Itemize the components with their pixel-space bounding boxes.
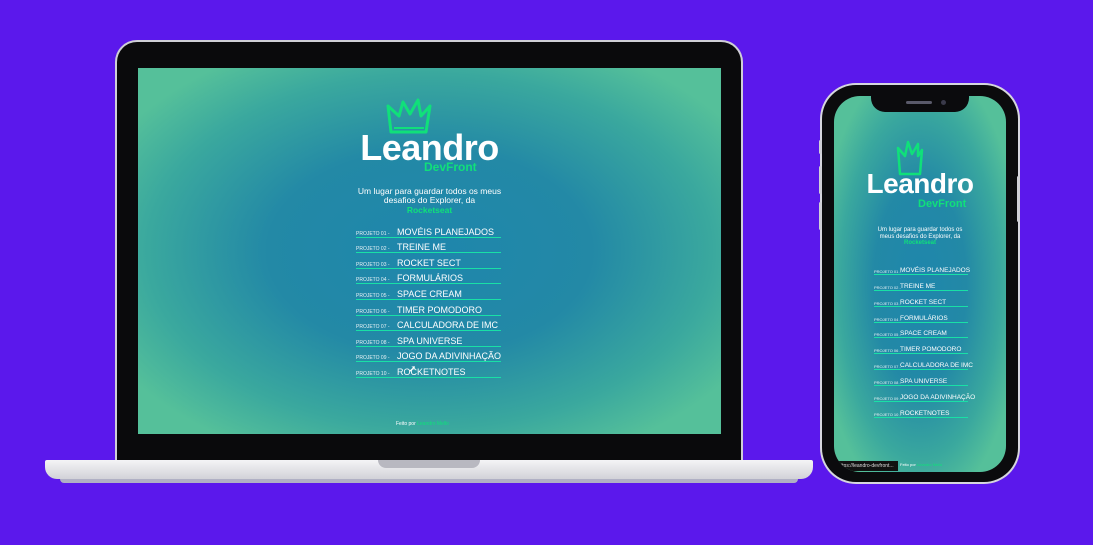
project-list: PROJETO 01 - MOVÉIS PLANEJADOS PROJETO 02…	[356, 222, 501, 378]
project-link[interactable]: CALCULADORA DE IMC	[397, 320, 498, 330]
project-link[interactable]: SPA UNIVERSE	[397, 336, 462, 346]
brand-subtitle: DevFront	[918, 198, 967, 210]
tagline-highlight: Rocketseat	[903, 240, 936, 247]
project-item[interactable]: PROJETO 09 - JOGO DA ADIVINHAÇÃO	[874, 386, 975, 403]
project-item[interactable]: PROJETO 01 - MOVÉIS PLANEJADOS	[356, 222, 501, 238]
project-number: PROJETO 10 -	[356, 370, 390, 377]
phone-screen: Leandro DevFront Um lugar para guardar t…	[834, 96, 1006, 472]
phone-side-button	[819, 140, 822, 154]
portfolio-page-mobile: Leandro DevFront Um lugar para guardar t…	[834, 96, 1006, 472]
phone-side-button	[819, 202, 822, 230]
project-number: PROJETO 07 -	[356, 324, 390, 331]
project-list: PROJETO 01 - MOVÉIS PLANEJADOS PROJETO 02…	[874, 259, 975, 418]
project-link[interactable]: ROCKET SECT	[397, 258, 461, 268]
project-number: PROJETO 05 -	[356, 292, 390, 299]
project-number: PROJETO 09 -	[874, 396, 901, 402]
project-item[interactable]: PROJETO 04 - FORMULÁRIOS	[356, 269, 501, 285]
project-link[interactable]: TIMER POMODORO	[900, 346, 961, 353]
project-number: PROJETO 03 -	[356, 261, 390, 268]
project-link[interactable]: FORMULÁRIOS	[397, 273, 463, 283]
project-link[interactable]: SPA UNIVERSE	[900, 378, 947, 385]
project-link[interactable]: CALCULADORA DE IMC	[900, 362, 973, 369]
tagline-highlight: Rocketseat	[406, 204, 453, 215]
project-link[interactable]: TIMER POMODORO	[397, 305, 482, 315]
tagline-text: Um lugar para guardar todos os meus desa…	[877, 227, 963, 240]
project-number: PROJETO 09 -	[356, 355, 390, 362]
project-link[interactable]: MOVÉIS PLANEJADOS	[397, 227, 494, 237]
tagline: Um lugar para guardar todos os meus desa…	[354, 186, 505, 215]
project-item[interactable]: PROJETO 04 - FORMULÁRIOS	[874, 307, 968, 323]
brand-title: Leandro	[866, 168, 974, 199]
tagline: Um lugar para guardar todos os meus desa…	[870, 227, 970, 247]
project-item[interactable]: PROJETO 05 - SPACE CREAM	[356, 284, 501, 300]
brand-subtitle: DevFront	[424, 160, 477, 174]
footer-author-link[interactable]: Leandro Mello	[917, 462, 942, 467]
project-item[interactable]: PROJETO 03 - ROCKET SECT	[356, 253, 501, 269]
phone-side-button	[819, 166, 822, 194]
project-item[interactable]: PROJETO 10 - ROCKETNOTES	[356, 362, 501, 378]
project-item[interactable]: PROJETO 06 - TIMER POMODORO	[874, 338, 968, 355]
project-link[interactable]: ROCKETNOTES	[900, 410, 949, 417]
project-item[interactable]: PROJETO 06 - TIMER POMODORO	[356, 300, 501, 316]
project-number: PROJETO 05 -	[874, 332, 901, 338]
phone-notch	[871, 96, 969, 112]
project-link[interactable]: JOGO DA ADIVINHAÇÃO	[397, 351, 501, 361]
project-item[interactable]: PROJETO 02 - TREINE ME	[356, 238, 501, 254]
footer: Feito por Leandro Mello	[396, 421, 449, 427]
footer-prefix: Feito por	[900, 462, 916, 467]
project-item[interactable]: PROJETO 09 - JOGO DA ADIVINHAÇÃO	[356, 347, 501, 363]
project-item[interactable]: PROJETO 07 - CALCULADORA DE IMC	[356, 316, 501, 332]
project-number: PROJETO 01 -	[874, 268, 901, 274]
laptop-screen: Leandro DevFront Um lugar para guardar t…	[138, 68, 721, 434]
footer-author-link[interactable]: Leandro Mello	[417, 421, 449, 427]
project-number: PROJETO 01 -	[356, 230, 390, 237]
link-url-tooltip: https://leandro-devfront...	[834, 461, 898, 471]
project-link[interactable]: SPACE CREAM	[900, 330, 947, 337]
project-number: PROJETO 07 -	[874, 364, 901, 370]
project-number: PROJETO 04 -	[356, 277, 390, 284]
laptop-trackpad-notch	[378, 460, 480, 468]
project-item[interactable]: PROJETO 08 - SPA UNIVERSE	[874, 370, 968, 387]
mouse-pointer-icon: ➚	[408, 364, 417, 375]
project-number: PROJETO 06 -	[356, 308, 390, 315]
project-item[interactable]: PROJETO 03 - ROCKET SECT	[874, 291, 968, 307]
project-link[interactable]: TREINE ME	[900, 283, 935, 290]
tagline-text: Um lugar para guardar todos os meus desa…	[357, 186, 502, 206]
project-link[interactable]: TREINE ME	[397, 242, 446, 252]
project-link[interactable]: ROCKET SECT	[900, 299, 946, 306]
project-item[interactable]: PROJETO 08 - SPA UNIVERSE	[356, 331, 501, 347]
footer-prefix: Feito por	[396, 421, 416, 427]
project-link[interactable]: MOVÉIS PLANEJADOS	[900, 267, 970, 274]
footer: Feito por Leandro Mello	[900, 462, 942, 467]
project-number: PROJETO 02 -	[874, 284, 901, 290]
project-item[interactable]: PROJETO 07 - CALCULADORA DE IMC	[874, 354, 973, 371]
project-item[interactable]: PROJETO 05 - SPACE CREAM	[874, 323, 968, 339]
project-number: PROJETO 02 -	[356, 246, 390, 253]
phone-speaker	[906, 101, 932, 104]
project-item[interactable]: PROJETO 01 - MOVÉIS PLANEJADOS	[874, 259, 970, 275]
project-item[interactable]: PROJETO 02 - TREINE ME	[874, 275, 968, 291]
project-link[interactable]: JOGO DA ADIVINHAÇÃO	[900, 394, 975, 401]
project-number: PROJETO 10 -	[874, 411, 901, 417]
phone-camera	[941, 100, 946, 105]
project-number: PROJETO 06 -	[874, 348, 901, 354]
portfolio-page: Leandro DevFront Um lugar para guardar t…	[138, 68, 721, 434]
project-number: PROJETO 04 -	[874, 316, 901, 322]
project-number: PROJETO 03 -	[874, 300, 901, 306]
project-item[interactable]: PROJETO 10 - ROCKETNOTES	[874, 402, 968, 418]
laptop-base-shadow	[60, 479, 798, 483]
project-link[interactable]: FORMULÁRIOS	[900, 315, 948, 322]
phone-side-button	[1017, 176, 1020, 222]
project-number: PROJETO 08 -	[356, 339, 390, 346]
project-number: PROJETO 08 -	[874, 380, 901, 386]
project-link[interactable]: SPACE CREAM	[397, 289, 462, 299]
